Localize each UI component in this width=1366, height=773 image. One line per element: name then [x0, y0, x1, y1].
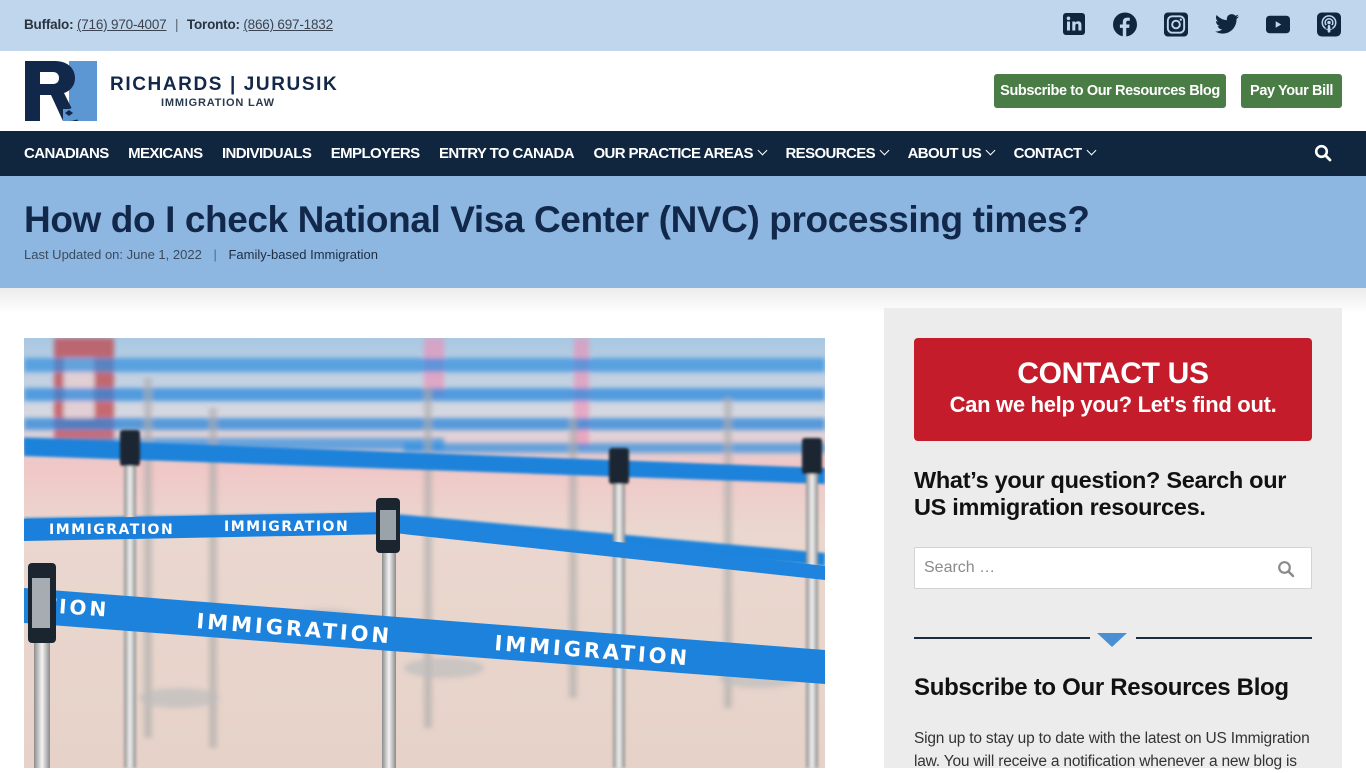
main-nav: CANADIANS MEXICANS INDIVIDUALS EMPLOYERS ENT… — [0, 131, 1366, 176]
cta-subtitle: Can we help you? Let's find out. — [949, 392, 1277, 417]
meta-separator: | — [213, 247, 217, 262]
toronto-label: Toronto: — [186, 17, 240, 32]
nav-item-label: CANADIANS — [24, 145, 109, 162]
nav-item-label: MEXICANS — [128, 145, 203, 162]
nav-item-label: ENTRY TO CANADA — [439, 145, 575, 162]
nav-list: CANADIANS MEXICANS INDIVIDUALS EMPLOYERS ENT… — [24, 131, 1114, 176]
logo-mark[interactable] — [25, 61, 97, 121]
youtube-icon[interactable] — [1266, 12, 1290, 36]
nav-item-about-us[interactable]: ABOUT US — [907, 145, 996, 162]
chevron-down-icon[interactable] — [757, 145, 768, 156]
article-header: How do I check National Visa Center (NVC… — [0, 176, 1366, 288]
chevron-down-icon[interactable] — [1086, 145, 1097, 156]
article-meta: Last Updated on: June 1, 2022 | Family-b… — [24, 247, 378, 262]
chevron-down-icon[interactable] — [879, 145, 890, 156]
linkedin-icon[interactable] — [1062, 12, 1086, 36]
divider-line — [914, 637, 1090, 639]
triangle-down-icon — [1097, 633, 1127, 647]
nav-item-label: ABOUT US — [907, 145, 982, 162]
nav-item-individuals[interactable]: INDIVIDUALS — [221, 145, 312, 162]
category-link[interactable]: Family-based Immigration — [228, 247, 378, 262]
tape-label: IMMIGRATION — [49, 522, 174, 538]
separator: | — [175, 17, 179, 32]
cta-title: CONTACT US — [1017, 357, 1209, 390]
phone-contacts: Buffalo: (716) 970-4007 | Toronto: (866)… — [24, 17, 333, 32]
divider-line — [1136, 637, 1312, 639]
pay-bill-button[interactable]: Pay Your Bill — [1241, 74, 1342, 108]
nav-item-contact[interactable]: CONTACT — [1013, 145, 1097, 162]
sidebar: CONTACT US Can we help you? Let's find o… — [884, 308, 1342, 770]
search-heading: What’s your question? Search our US immi… — [914, 467, 1287, 520]
site-header: RICHARDS | JURUSIK IMMIGRATION LAW Subsc… — [0, 51, 1366, 131]
tape-label: IMMIGRATION — [224, 519, 349, 535]
nav-item-canadians[interactable]: CANADIANS — [24, 145, 109, 162]
nav-item-label: RESOURCES — [785, 145, 876, 162]
instagram-icon[interactable] — [1164, 12, 1188, 36]
nav-item-entry-to-canada[interactable]: ENTRY TO CANADA — [439, 145, 575, 162]
logo-text[interactable]: RICHARDS | JURUSIK IMMIGRATION LAW — [110, 74, 338, 109]
search-icon[interactable] — [1314, 144, 1334, 164]
contact-us-cta-button[interactable]: CONTACT US Can we help you? Let's find o… — [914, 338, 1312, 441]
nav-item-resources[interactable]: RESOURCES — [785, 145, 890, 162]
nav-item-label: CONTACT — [1013, 145, 1083, 162]
buffalo-label: Buffalo: — [24, 17, 74, 32]
twitter-icon[interactable] — [1215, 12, 1239, 36]
logo-firm-name: RICHARDS | JURUSIK — [110, 74, 339, 95]
page-title: How do I check National Visa Center (NVC… — [24, 199, 1090, 240]
logo-tagline: IMMIGRATION LAW — [161, 97, 275, 109]
featured-image: IMMIGRATION IMMIGRATION TION IMMIGRATION… — [24, 338, 825, 768]
last-updated: Last Updated on: June 1, 2022 — [24, 247, 202, 262]
nav-item-label: EMPLOYERS — [330, 145, 420, 162]
section-divider — [914, 630, 1312, 650]
nav-item-employers[interactable]: EMPLOYERS — [331, 145, 420, 162]
social-links — [1062, 12, 1341, 36]
chevron-down-icon[interactable] — [985, 145, 996, 156]
subscribe-description: Sign up to stay up to date with the late… — [914, 730, 1310, 770]
nav-item-our-practice-areas[interactable]: OUR PRACTICE AREAS — [593, 145, 768, 162]
podcast-icon[interactable] — [1317, 12, 1341, 36]
nav-item-label: OUR PRACTICE AREAS — [593, 145, 753, 162]
toronto-phone-link[interactable]: (866) 697-1832 — [243, 17, 333, 32]
search-icon[interactable] — [1277, 560, 1295, 578]
subscribe-heading: Subscribe to Our Resources Blog — [914, 674, 1289, 701]
top-bar: Buffalo: (716) 970-4007 | Toronto: (866)… — [0, 0, 1366, 51]
subscribe-blog-button[interactable]: Subscribe to Our Resources Blog — [994, 74, 1226, 108]
search-input[interactable] — [924, 548, 1264, 588]
nav-item-label: INDIVIDUALS — [221, 145, 312, 162]
buffalo-phone-link[interactable]: (716) 970-4007 — [77, 17, 167, 32]
facebook-icon[interactable] — [1113, 12, 1137, 36]
sidebar-search-form — [914, 547, 1312, 589]
nav-item-mexicans[interactable]: MEXICANS — [128, 145, 203, 162]
